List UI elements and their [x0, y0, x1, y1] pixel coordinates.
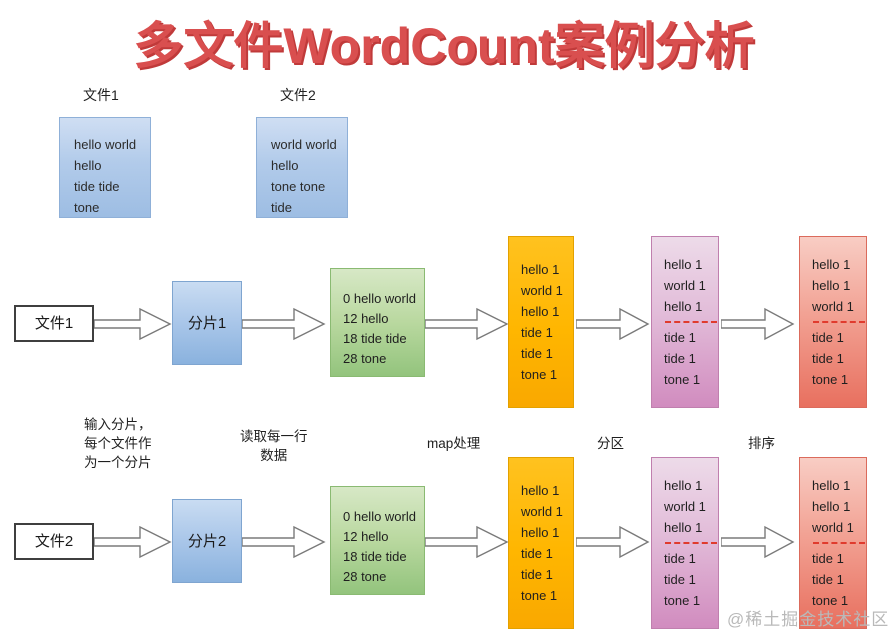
caption-partition: 分区 — [597, 436, 624, 451]
flow-arrow — [721, 307, 795, 341]
map-line: hello 1 — [521, 262, 560, 277]
partition-box-2: hello 1 world 1 hello 1 tide 1 tide 1 to… — [651, 457, 719, 629]
partition-divider — [665, 321, 717, 323]
map-line: hello 1 — [521, 304, 560, 319]
sort-line: hello 1 — [812, 478, 851, 493]
record-line: 18 tide tide — [343, 549, 407, 564]
partition-line: world 1 — [664, 278, 706, 293]
source-file-label: 文件1 — [34, 315, 74, 332]
sort-divider — [813, 321, 865, 323]
file-header-label-2: 文件2 — [280, 87, 316, 103]
page-title: 多文件WordCount案例分析 — [133, 18, 755, 74]
map-line: world 1 — [521, 504, 563, 519]
caption-line: 每个文件作 — [84, 436, 152, 451]
diagram-canvas: 多文件WordCount案例分析 文件1 文件2 hello world hel… — [0, 0, 888, 633]
split-box-2: 分片2 — [172, 499, 242, 583]
record-box-2: 0 hello world 12 hello 18 tide tide 28 t… — [330, 486, 425, 595]
caption-read-line: 读取每一行 数据 — [240, 427, 308, 465]
record-line: 0 hello world — [343, 291, 416, 306]
flow-arrow — [94, 525, 172, 559]
source-file-box-1: 文件1 — [14, 305, 94, 342]
partition-line: hello 1 — [664, 478, 703, 493]
sort-line: tone 1 — [812, 372, 849, 387]
partition-line: tone 1 — [664, 372, 701, 387]
partition-line: hello 1 — [664, 520, 703, 535]
file-content-line: hello world — [74, 137, 137, 152]
file-content-line: tone tone — [271, 179, 326, 194]
partition-line: tide 1 — [664, 351, 696, 366]
file-content-line: hello — [74, 158, 102, 173]
partition-box-1: hello 1 world 1 hello 1 tide 1 tide 1 to… — [651, 236, 719, 408]
flow-arrow — [576, 307, 650, 341]
map-line: hello 1 — [521, 525, 560, 540]
split-label: 分片1 — [187, 314, 227, 332]
file-content-line: tide tide — [74, 179, 120, 194]
sort-line: tide 1 — [812, 572, 844, 587]
caption-input-split: 输入分片， 每个文件作 为一个分片 — [84, 415, 152, 472]
map-line: world 1 — [521, 283, 563, 298]
split-box-1: 分片1 — [172, 281, 242, 365]
source-file-box-2: 文件2 — [14, 523, 94, 560]
sort-divider — [813, 542, 865, 544]
sort-line: world 1 — [812, 299, 854, 314]
flow-arrow — [576, 525, 650, 559]
caption-sort: 排序 — [748, 436, 775, 451]
file-content-box-1: hello world hello tide tide tone — [59, 117, 151, 218]
split-label: 分片2 — [187, 532, 227, 550]
file-content-line: world world — [271, 137, 337, 152]
record-box-1: 0 hello world 12 hello 18 tide tide 28 t… — [330, 268, 425, 377]
sort-line: tide 1 — [812, 351, 844, 366]
partition-line: tone 1 — [664, 593, 701, 608]
file-content-box-2: world world hello tone tone tide — [256, 117, 348, 218]
record-line: 28 tone — [343, 569, 387, 584]
sort-box-1: hello 1 hello 1 world 1 tide 1 tide 1 to… — [799, 236, 867, 408]
map-line: tone 1 — [521, 367, 558, 382]
flow-arrow — [721, 525, 795, 559]
file-content-line: tide — [271, 200, 292, 215]
partition-line: tide 1 — [664, 330, 696, 345]
partition-line: world 1 — [664, 499, 706, 514]
map-line: tide 1 — [521, 546, 553, 561]
sort-box-2: hello 1 hello 1 world 1 tide 1 tide 1 to… — [799, 457, 867, 629]
sort-line: tide 1 — [812, 330, 844, 345]
file-content-line: hello — [271, 158, 299, 173]
map-line: tide 1 — [521, 346, 553, 361]
flow-arrow — [425, 525, 509, 559]
partition-line: tide 1 — [664, 572, 696, 587]
partition-line: hello 1 — [664, 257, 703, 272]
sort-line: hello 1 — [812, 257, 851, 272]
partition-line: hello 1 — [664, 299, 703, 314]
record-line: 0 hello world — [343, 509, 416, 524]
flow-arrow — [425, 307, 509, 341]
caption-line: 读取每一行 — [240, 429, 308, 444]
map-box-2: hello 1 world 1 hello 1 tide 1 tide 1 to… — [508, 457, 574, 629]
flow-arrow — [242, 525, 326, 559]
caption-line: 数据 — [260, 448, 288, 463]
record-line: 28 tone — [343, 351, 387, 366]
caption-line: 输入分片， — [84, 417, 152, 432]
sort-line: tide 1 — [812, 551, 844, 566]
map-line: hello 1 — [521, 483, 560, 498]
sort-line: hello 1 — [812, 499, 851, 514]
flow-arrow — [94, 307, 172, 341]
file-content-line: tone — [74, 200, 100, 215]
map-box-1: hello 1 world 1 hello 1 tide 1 tide 1 to… — [508, 236, 574, 408]
map-line: tide 1 — [521, 567, 553, 582]
record-line: 18 tide tide — [343, 331, 407, 346]
partition-divider — [665, 542, 717, 544]
record-line: 12 hello — [343, 311, 389, 326]
file-header-label-1: 文件1 — [83, 87, 119, 103]
source-file-label: 文件2 — [34, 533, 74, 550]
caption-line: 为一个分片 — [84, 455, 152, 470]
flow-arrow — [242, 307, 326, 341]
map-line: tide 1 — [521, 325, 553, 340]
watermark: @稀土掘金技术社区 — [727, 610, 888, 629]
caption-map-process: map处理 — [427, 436, 481, 451]
map-line: tone 1 — [521, 588, 558, 603]
record-line: 12 hello — [343, 529, 389, 544]
sort-line: world 1 — [812, 520, 854, 535]
partition-line: tide 1 — [664, 551, 696, 566]
sort-line: hello 1 — [812, 278, 851, 293]
